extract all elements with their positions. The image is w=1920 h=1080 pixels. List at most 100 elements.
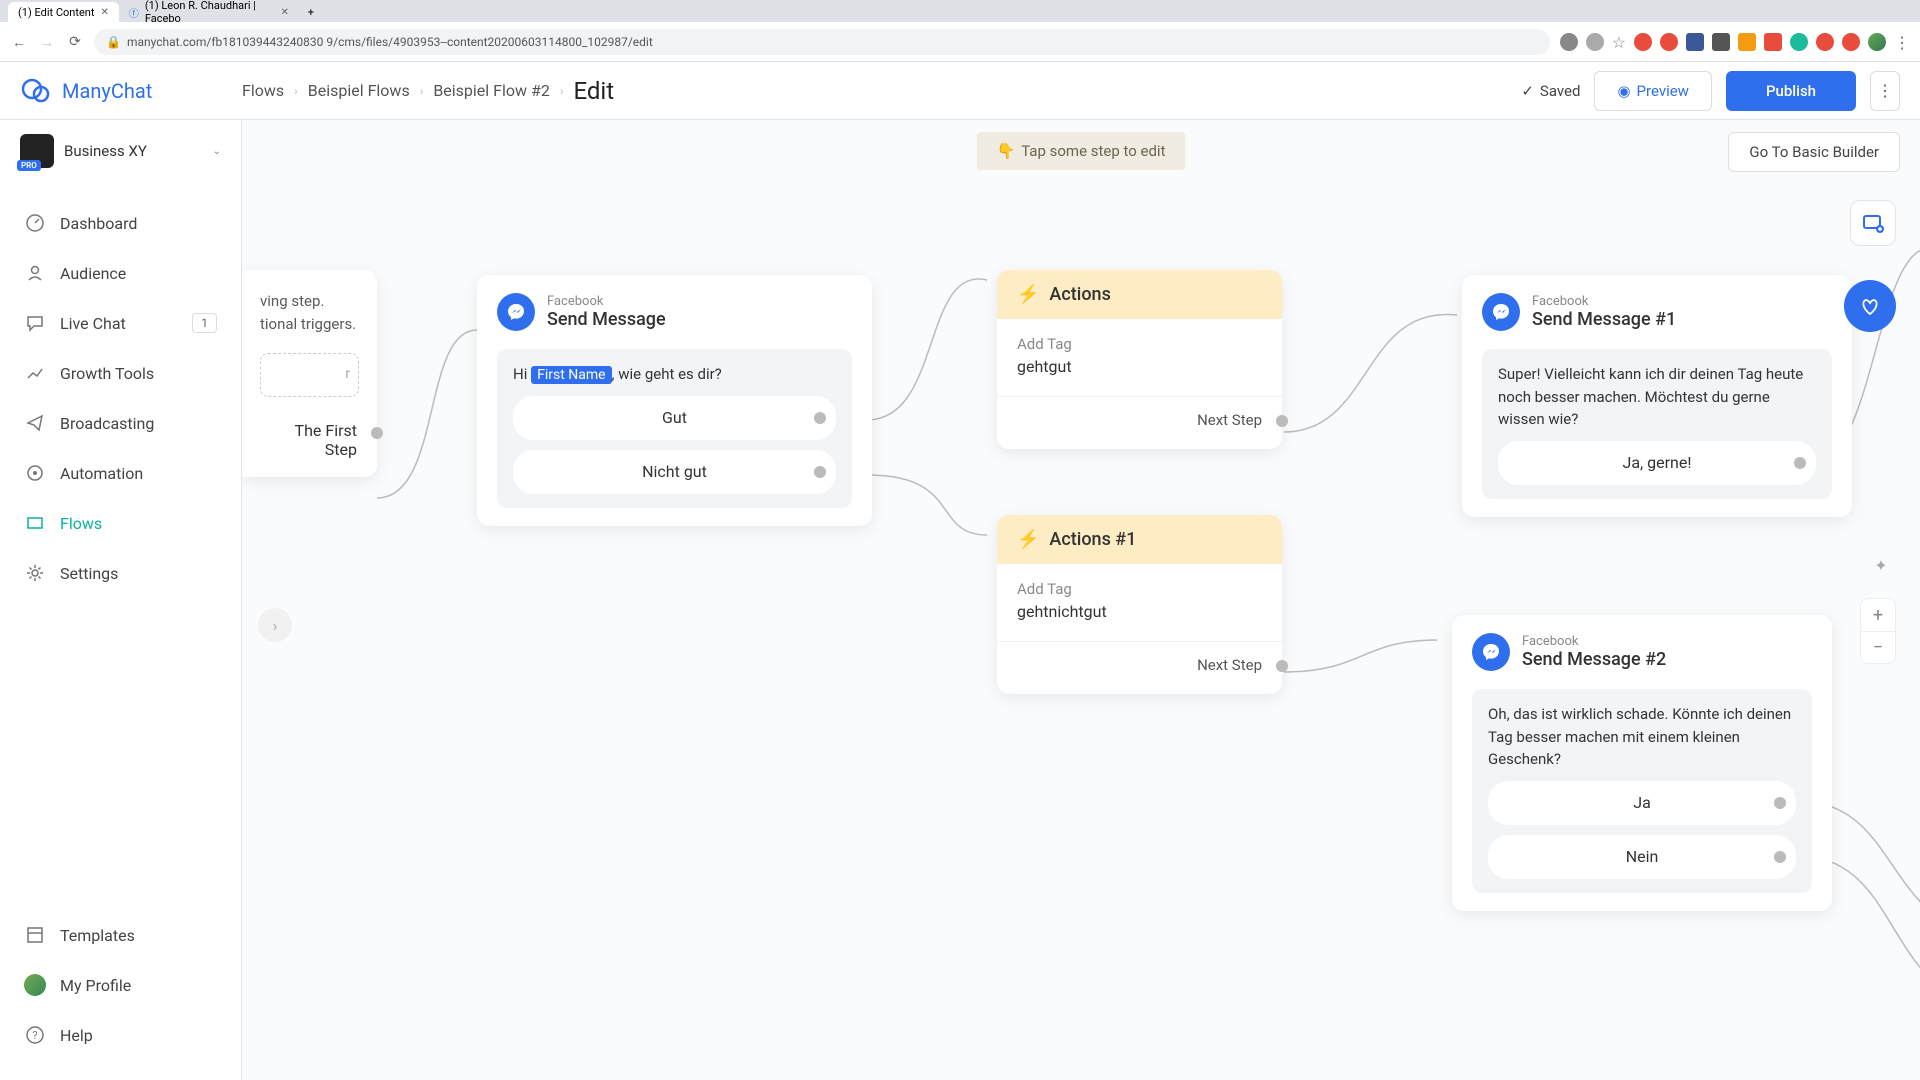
zoom-out-button[interactable]: − [1861, 631, 1895, 663]
eye-icon: ◉ [1617, 82, 1630, 100]
output-port[interactable] [371, 427, 383, 439]
publish-button[interactable]: Publish [1726, 71, 1856, 111]
extension-icon[interactable] [1790, 33, 1808, 51]
workspace-avatar: PRO [20, 134, 54, 168]
basic-builder-button[interactable]: Go To Basic Builder [1728, 132, 1900, 172]
star-icon[interactable]: ☆ [1612, 33, 1626, 52]
profile-avatar-icon [24, 974, 46, 996]
canvas-hint: 👇 Tap some step to edit [977, 132, 1186, 170]
browser-tab[interactable]: (1) Edit Content ✕ [8, 2, 119, 22]
extension-icon[interactable] [1842, 33, 1860, 51]
close-icon[interactable]: ✕ [100, 7, 108, 18]
sidebar-item-livechat[interactable]: Live Chat 1 [0, 298, 241, 348]
message-body[interactable]: Hi First Name, wie geht es dir? Gut Nich… [497, 349, 852, 508]
breadcrumb-item[interactable]: Beispiel Flows [308, 81, 410, 100]
workspace-name: Business XY [64, 142, 147, 160]
node-actions[interactable]: ⚡ Actions Add Tag gehtgut Next Step [997, 270, 1282, 449]
chat-icon [24, 312, 46, 334]
output-port[interactable] [1276, 660, 1288, 672]
extension-icon[interactable] [1764, 33, 1782, 51]
back-icon[interactable]: ← [10, 33, 28, 51]
extension-icon[interactable] [1660, 33, 1678, 51]
more-button[interactable]: ⋮ [1870, 71, 1900, 111]
tab-title: (1) Edit Content [18, 6, 94, 19]
sidebar-item-settings[interactable]: Settings [0, 548, 241, 598]
output-port[interactable] [814, 412, 826, 424]
zoom-controls: + − [1860, 598, 1896, 664]
quick-reply-button[interactable]: Ja [1488, 781, 1796, 825]
breadcrumb-item[interactable]: Flows [242, 81, 284, 100]
magic-button[interactable]: ✦ [1866, 550, 1896, 580]
card-plus-icon [1860, 210, 1886, 236]
sidebar-item-templates[interactable]: Templates [0, 910, 241, 960]
quick-reply-button[interactable]: Nein [1488, 835, 1796, 879]
svg-text:?: ? [32, 1029, 37, 1042]
node-title: Send Message #1 [1532, 309, 1676, 330]
chevron-right-icon: › [420, 84, 424, 98]
point-down-icon: 👇 [997, 142, 1016, 160]
output-port[interactable] [1774, 851, 1786, 863]
quick-reply-button[interactable]: Gut [513, 396, 836, 440]
sidebar-item-profile[interactable]: My Profile [0, 960, 241, 1010]
logo[interactable]: ManyChat [20, 75, 242, 107]
quick-reply-button[interactable]: Ja, gerne! [1498, 441, 1816, 485]
sidebar-item-dashboard[interactable]: Dashboard [0, 198, 241, 248]
workspace-switcher[interactable]: PRO Business XY ⌄ [0, 120, 241, 182]
manychat-logo-icon [20, 75, 52, 107]
output-port[interactable] [1276, 415, 1288, 427]
sidebar-item-automation[interactable]: Automation [0, 448, 241, 498]
extension-icon[interactable] [1712, 33, 1730, 51]
avatar-icon[interactable] [1868, 33, 1886, 51]
node-starting-step[interactable]: ving step. tional triggers. r The First … [242, 270, 377, 477]
breadcrumb-current: Edit [573, 77, 614, 105]
extension-icon[interactable] [1586, 33, 1604, 51]
output-port[interactable] [814, 466, 826, 478]
sidebar-item-growth[interactable]: Growth Tools [0, 348, 241, 398]
new-tab-button[interactable]: + [299, 2, 323, 22]
add-trigger-button[interactable]: r [260, 353, 359, 397]
sidebar-item-broadcasting[interactable]: Broadcasting [0, 398, 241, 448]
sidebar-item-audience[interactable]: Audience [0, 248, 241, 298]
sidebar-item-help[interactable]: ? Help [0, 1010, 241, 1060]
output-port[interactable] [1774, 797, 1786, 809]
quick-reply-button[interactable]: Nicht gut [513, 450, 836, 494]
address-bar: ← → ⟳ 🔒 manychat.com/fb181039443240830 9… [0, 22, 1920, 62]
browser-tab[interactable]: ⓕ (1) Leon R. Chaudhari | Facebo ✕ [119, 2, 299, 22]
action-body: Add Tag gehtnichtgut [997, 564, 1282, 631]
extension-icon[interactable] [1686, 33, 1704, 51]
audience-icon [24, 262, 46, 284]
flow-canvas[interactable]: 👇 Tap some step to edit Go To Basic Buil… [242, 120, 1920, 1080]
node-send-message[interactable]: Facebook Send Message Hi First Name, wie… [477, 275, 872, 526]
reload-icon[interactable]: ⟳ [66, 33, 84, 51]
preview-button[interactable]: ◉ Preview [1594, 71, 1712, 111]
ai-assist-button[interactable] [1844, 280, 1896, 332]
node-send-message-1[interactable]: Facebook Send Message #1 Super! Vielleic… [1462, 275, 1852, 517]
menu-icon[interactable]: ⋮ [1894, 33, 1910, 52]
bolt-icon: ⚡ [1017, 529, 1039, 550]
message-body[interactable]: Super! Vielleicht kann ich dir deinen Ta… [1482, 349, 1832, 499]
action-label: Add Tag [1017, 335, 1262, 353]
add-step-button[interactable] [1850, 200, 1896, 246]
first-step-label: The First Step [242, 407, 377, 477]
broadcast-icon [24, 412, 46, 434]
node-header: Facebook Send Message #2 [1452, 615, 1832, 681]
output-port[interactable] [1794, 457, 1806, 469]
url-input[interactable]: 🔒 manychat.com/fb181039443240830 9/cms/f… [94, 29, 1550, 55]
extension-icon[interactable] [1816, 33, 1834, 51]
extension-icon[interactable] [1738, 33, 1756, 51]
node-send-message-2[interactable]: Facebook Send Message #2 Oh, das ist wir… [1452, 615, 1832, 911]
action-value: gehtgut [1017, 357, 1262, 376]
breadcrumb-item[interactable]: Beispiel Flow #2 [433, 81, 550, 100]
close-icon[interactable]: ✕ [280, 7, 288, 18]
forward-icon[interactable]: → [38, 33, 56, 51]
extension-icon[interactable] [1634, 33, 1652, 51]
heart-spark-icon [1858, 294, 1882, 318]
growth-icon [24, 362, 46, 384]
message-body[interactable]: Oh, das ist wirklich schade. Könnte ich … [1472, 689, 1812, 893]
app-header: ManyChat Flows › Beispiel Flows › Beispi… [0, 62, 1920, 120]
zoom-in-button[interactable]: + [1861, 599, 1895, 631]
sidebar-item-flows[interactable]: Flows [0, 498, 241, 548]
node-actions-1[interactable]: ⚡ Actions #1 Add Tag gehtnichtgut Next S… [997, 515, 1282, 694]
nav-next-button[interactable]: › [258, 608, 292, 642]
extension-icon[interactable] [1560, 33, 1578, 51]
